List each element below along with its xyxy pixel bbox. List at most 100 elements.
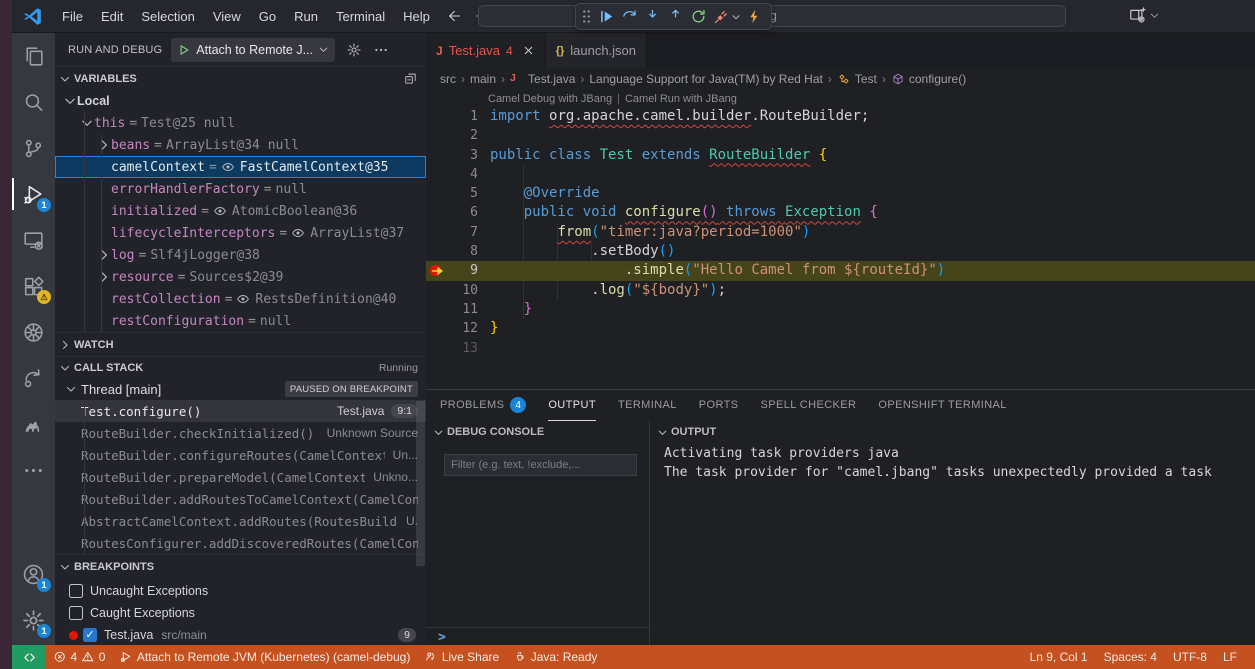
line-number[interactable]: 2 [452, 126, 478, 145]
breadcrumb-item[interactable]: src [440, 72, 456, 86]
callstack-frame[interactable]: RouteBuilder.configureRoutes(CamelContex… [55, 444, 426, 466]
checkbox[interactable] [69, 584, 83, 598]
breakpoint-gutter[interactable] [426, 203, 452, 222]
menu-go[interactable]: Go [250, 0, 285, 33]
menu-selection[interactable]: Selection [132, 0, 203, 33]
menu-terminal[interactable]: Terminal [327, 0, 394, 33]
code-line-6[interactable]: 6 public void configure() throws Excepti… [426, 203, 1255, 222]
debug-repl-input[interactable]: > [426, 627, 649, 646]
menu-edit[interactable]: Edit [92, 0, 132, 33]
code-line-13[interactable]: 13 [426, 339, 1255, 358]
codelens-run-link[interactable]: Camel Run with JBang [625, 93, 737, 105]
problems-status[interactable]: 4 0 [46, 645, 112, 669]
breadcrumb-item[interactable]: main [470, 72, 496, 86]
debug-console-filter-input[interactable] [444, 454, 637, 476]
breakpoint-gutter[interactable] [426, 126, 452, 145]
eye-icon[interactable] [221, 160, 235, 174]
variable-row-restConfiguration[interactable]: restConfiguration=null [55, 310, 426, 332]
more-actions-icon[interactable] [373, 42, 389, 58]
code-line-1[interactable]: 1import org.apache.camel.builder.RouteBu… [426, 107, 1255, 126]
activity-camel[interactable] [12, 401, 55, 447]
breadcrumb-item[interactable]: Test [837, 72, 877, 86]
breakpoint-gutter[interactable] [426, 281, 452, 300]
breakpoint-gutter[interactable] [426, 339, 452, 358]
line-number[interactable]: 6 [452, 203, 478, 222]
activity-kubernetes[interactable] [12, 309, 55, 355]
eye-icon[interactable] [236, 292, 250, 306]
panel-tab-terminal[interactable]: TERMINAL [618, 390, 677, 421]
code-line-12[interactable]: 12} [426, 319, 1255, 338]
variable-row-errorHandlerFactory[interactable]: errorHandlerFactory=null [55, 178, 426, 200]
menu-file[interactable]: File [53, 0, 92, 33]
breakpoint-gutter[interactable] [426, 319, 452, 338]
java-status[interactable]: Java: Ready [506, 645, 604, 669]
thread-row[interactable]: Thread [main] PAUSED ON BREAKPOINT [55, 378, 426, 400]
live-share-status[interactable]: Live Share [417, 645, 506, 669]
variable-row-lifecycleInterceptors[interactable]: lifecycleInterceptors=ArrayList@37 [55, 222, 426, 244]
tab-test-java[interactable]: JTest.java4 [426, 33, 546, 68]
breadcrumb-item[interactable]: JTest.java [510, 72, 575, 86]
eye-icon[interactable] [291, 226, 305, 240]
variable-row-this[interactable]: this=Test@25 null [55, 112, 426, 134]
callstack-section-header[interactable]: CALL STACK Running [55, 356, 426, 378]
variable-row-resource[interactable]: resource=Sources$2@39 [55, 266, 426, 288]
tab-launch-json[interactable]: {}launch.json [546, 33, 647, 68]
chevron-right-icon[interactable] [97, 248, 111, 262]
line-number[interactable]: 3 [452, 146, 478, 165]
variable-row-initialized[interactable]: initialized=AtomicBoolean@36 [55, 200, 426, 222]
eol-sequence[interactable]: LF [1215, 645, 1245, 669]
breakpoint-gutter[interactable] [426, 300, 452, 319]
code-line-7[interactable]: 7 from("timer:java?period=1000") [426, 223, 1255, 242]
callstack-frame[interactable]: RouteBuilder.checkInitialized()Unknown S… [55, 422, 426, 444]
step-over-button[interactable] [619, 6, 640, 27]
menu-view[interactable]: View [204, 0, 250, 33]
remote-indicator[interactable] [12, 645, 46, 669]
sidebar-scrollbar[interactable] [416, 401, 425, 566]
panel-tab-ports[interactable]: PORTS [699, 390, 739, 421]
breakpoint-row[interactable]: Uncaught Exceptions [55, 580, 426, 602]
debug-status[interactable]: Attach to Remote JVM (Kubernetes) (camel… [112, 645, 417, 669]
breakpoint-row[interactable]: Caught Exceptions [55, 602, 426, 624]
activity-more[interactable] [12, 447, 55, 493]
line-number[interactable]: 9 [452, 261, 478, 280]
line-number[interactable]: 5 [452, 184, 478, 203]
line-number[interactable]: 11 [452, 300, 478, 319]
panel-tab-output[interactable]: OUTPUT [548, 390, 596, 421]
activity-openshift[interactable] [12, 355, 55, 401]
code-line-9[interactable]: 9 .simple("Hello Camel from ${routeId}") [426, 261, 1255, 280]
activity-explorer[interactable] [12, 33, 55, 79]
breadcrumb-item[interactable]: configure() [891, 72, 966, 86]
chevron-right-icon[interactable] [97, 138, 111, 152]
line-number[interactable]: 10 [452, 281, 478, 300]
breakpoint-gutter[interactable] [426, 184, 452, 203]
line-number[interactable]: 8 [452, 242, 478, 261]
eye-icon[interactable] [213, 204, 227, 218]
breakpoint-row[interactable]: ✓Test.javasrc/main9 [55, 624, 426, 645]
activity-search[interactable] [12, 79, 55, 125]
callstack-frame[interactable]: RoutesConfigurer.addDiscoveredRoutes(Cam… [55, 532, 426, 554]
breakpoint-gutter[interactable] [426, 146, 452, 165]
panel-tab-openshift-terminal[interactable]: OPENSHIFT TERMINAL [878, 390, 1006, 421]
activity-extensions[interactable]: ⚠ [12, 263, 55, 309]
variable-row-camelContext[interactable]: camelContext=FastCamelContext@35 [55, 156, 426, 178]
panel-tab-spell-checker[interactable]: SPELL CHECKER [761, 390, 857, 421]
output-header[interactable]: OUTPUT [650, 421, 1255, 443]
line-number[interactable]: 7 [452, 223, 478, 242]
layout-control[interactable] [1128, 6, 1160, 25]
code-editor[interactable]: 1import org.apache.camel.builder.RouteBu… [426, 107, 1255, 358]
close-icon[interactable] [522, 44, 535, 57]
step-out-button[interactable] [665, 6, 686, 27]
code-line-8[interactable]: 8 .setBody() [426, 242, 1255, 261]
variable-row-beans[interactable]: beans=ArrayList@34 null [55, 134, 426, 156]
hot-code-replace-button[interactable] [744, 6, 765, 27]
encoding[interactable]: UTF-8 [1165, 645, 1215, 669]
callstack-frame[interactable]: Test.configure()Test.java9:1 [55, 400, 426, 422]
gripper-icon[interactable] [582, 9, 591, 24]
menu-run[interactable]: Run [285, 0, 327, 33]
code-line-2[interactable]: 2 [426, 126, 1255, 145]
line-number[interactable]: 12 [452, 319, 478, 338]
breakpoint-gutter[interactable] [426, 242, 452, 261]
collapse-all-icon[interactable] [403, 71, 418, 86]
start-debug-icon[interactable] [177, 43, 191, 57]
gear-icon[interactable] [346, 42, 362, 58]
